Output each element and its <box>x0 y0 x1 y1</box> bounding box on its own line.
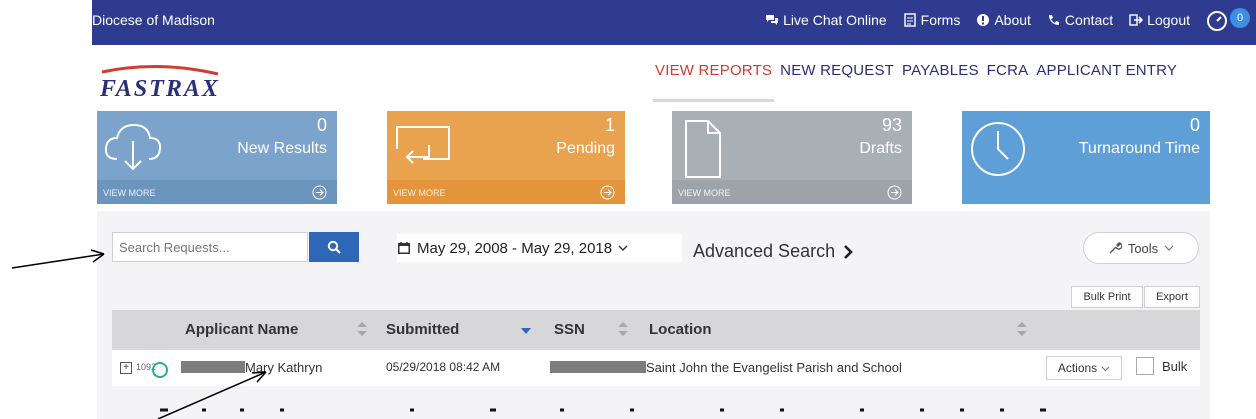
tile-pending[interactable]: 1 Pending VIEW MORE <box>387 111 625 204</box>
nav-fcra[interactable]: FCRA <box>987 62 1029 79</box>
sort-descending-icon[interactable] <box>520 326 532 344</box>
arrow-right-circle-icon[interactable] <box>312 185 327 200</box>
bulk-checkbox[interactable] <box>1136 357 1154 375</box>
view-more-link[interactable]: VIEW MORE <box>678 188 731 198</box>
search-annotation-arrow <box>11 249 105 269</box>
pending-count: 1 <box>604 115 615 135</box>
advanced-search-link[interactable]: Advanced Search <box>693 241 853 262</box>
date-range-value: May 29, 2008 - May 29, 2018 <box>417 239 613 257</box>
cloud-download-icon <box>104 123 162 171</box>
location-value: Saint John the Evangelist Parish and Sch… <box>646 360 902 375</box>
calendar-icon <box>398 242 410 254</box>
tile-new-results[interactable]: 0 New Results VIEW MORE <box>97 111 337 204</box>
date-range-picker[interactable]: May 29, 2008 - May 29, 2018 <box>397 234 682 262</box>
fastrax-logo[interactable]: FASTRAX <box>98 64 248 100</box>
arrow-right-circle-icon[interactable] <box>600 185 615 200</box>
drafts-count: 93 <box>881 115 902 135</box>
dashboard-gauge-icon[interactable] <box>1206 10 1228 32</box>
expand-row-icon[interactable]: + <box>120 362 132 374</box>
table-row[interactable]: + 1092 Mary Kathryn 05/29/2018 08:42 AM … <box>112 350 1200 386</box>
bulk-label: Bulk <box>1162 359 1188 374</box>
main-nav: VIEW REPORTS NEW REQUEST PAYABLES FCRA A… <box>652 62 1177 102</box>
chat-icon <box>766 15 779 25</box>
organization-name: Diocese of Madison <box>92 12 215 28</box>
turnaround-count: 0 <box>1189 115 1200 135</box>
redacted-ssn <box>550 361 646 373</box>
chevron-down-icon <box>1101 366 1110 371</box>
chevron-down-icon <box>618 245 628 251</box>
search-input[interactable] <box>112 232 308 262</box>
screen: Diocese of Madison Live Chat Online Form… <box>0 0 1256 419</box>
applicant-name[interactable]: Mary Kathryn <box>245 360 322 375</box>
pending-label: Pending <box>556 140 615 157</box>
sort-icon[interactable] <box>617 320 629 338</box>
export-button[interactable]: Export <box>1144 286 1200 308</box>
live-chat-link[interactable]: Live Chat Online <box>765 12 887 28</box>
nav-payables[interactable]: PAYABLES <box>902 62 979 79</box>
document-icon <box>903 13 916 27</box>
search-icon <box>327 240 341 254</box>
tile-turnaround-time[interactable]: 0 Turnaround Time <box>962 111 1210 204</box>
column-location[interactable]: Location <box>649 321 712 338</box>
status-check-icon <box>152 362 168 378</box>
turnaround-label: Turnaround Time <box>1078 140 1200 157</box>
chevron-down-icon <box>1164 245 1174 251</box>
live-chat-label: Live Chat Online <box>783 12 887 28</box>
tile-drafts[interactable]: 93 Drafts VIEW MORE <box>672 111 912 204</box>
drafts-label: Drafts <box>859 140 902 157</box>
contact-label: Contact <box>1064 12 1114 28</box>
chevron-right-icon <box>844 244 853 259</box>
search-button[interactable] <box>309 232 359 262</box>
nav-new-request[interactable]: NEW REQUEST <box>780 62 894 79</box>
nav-applicant-entry[interactable]: APPLICANT ENTRY <box>1036 62 1177 79</box>
actions-dropdown[interactable]: Actions <box>1046 356 1122 380</box>
logout-icon <box>1129 14 1144 26</box>
view-more-link[interactable]: VIEW MORE <box>393 188 446 198</box>
table-header: Applicant Name Submitted SSN Location <box>112 310 1200 350</box>
wrench-icon <box>1109 242 1122 254</box>
about-link[interactable]: About <box>976 12 1031 28</box>
view-more-link[interactable]: VIEW MORE <box>103 188 156 198</box>
clock-icon <box>971 122 1025 176</box>
column-applicant-name[interactable]: Applicant Name <box>185 321 298 338</box>
new-results-label: New Results <box>237 140 327 157</box>
notification-badge[interactable]: 0 <box>1230 8 1250 28</box>
partial-row-fragments <box>160 408 1046 412</box>
contact-link[interactable]: Contact <box>1047 12 1113 28</box>
advanced-search-label: Advanced Search <box>693 241 836 261</box>
logo-text: FASTRAX <box>99 76 220 100</box>
column-ssn[interactable]: SSN <box>554 321 585 338</box>
actions-label: Actions <box>1057 361 1098 375</box>
top-bar: Diocese of Madison Live Chat Online Form… <box>92 0 1256 45</box>
forms-label: Forms <box>920 12 961 28</box>
tools-dropdown[interactable]: Tools <box>1083 232 1199 264</box>
sort-icon[interactable] <box>356 320 368 338</box>
logout-link[interactable]: Logout <box>1129 12 1190 28</box>
info-icon <box>977 14 990 26</box>
nav-view-reports[interactable]: VIEW REPORTS <box>652 62 775 102</box>
column-submitted[interactable]: Submitted <box>386 321 459 338</box>
new-results-count: 0 <box>316 115 327 135</box>
document-icon <box>685 120 721 178</box>
arrow-right-circle-icon[interactable] <box>887 185 902 200</box>
top-links: Live Chat Online Forms About Contact Log… <box>765 12 1190 28</box>
header: FASTRAX VIEW REPORTS NEW REQUEST PAYABLE… <box>92 45 1256 103</box>
screen-return-icon <box>396 126 450 164</box>
submitted-date: 05/29/2018 08:42 AM <box>386 360 501 374</box>
tools-label: Tools <box>1127 240 1159 256</box>
sort-icon[interactable] <box>1016 320 1028 338</box>
logout-label: Logout <box>1147 12 1190 28</box>
about-label: About <box>994 12 1031 28</box>
redacted-last-name <box>181 361 245 373</box>
phone-icon <box>1048 15 1059 25</box>
bulk-print-button[interactable]: Bulk Print <box>1071 286 1143 308</box>
forms-link[interactable]: Forms <box>903 12 961 28</box>
